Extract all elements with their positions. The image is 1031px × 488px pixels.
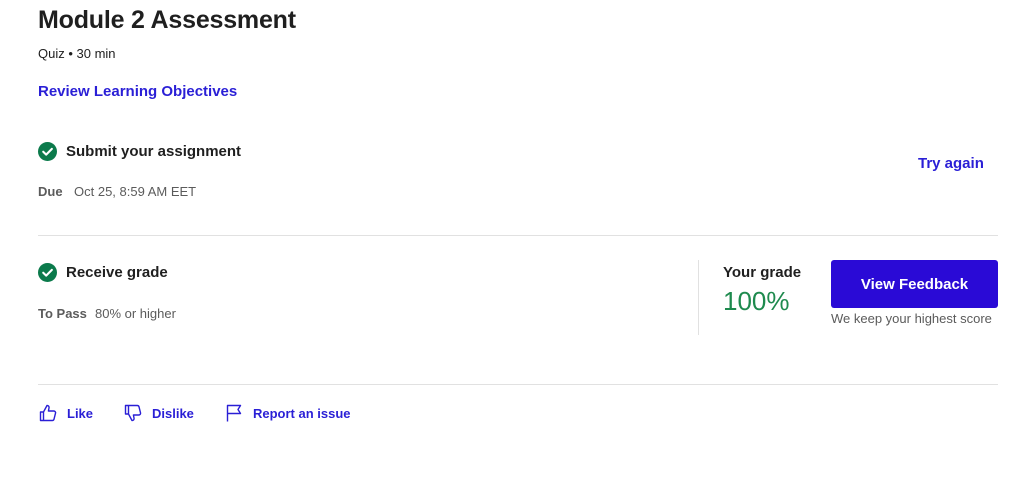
feedback-divider	[38, 384, 998, 385]
to-pass-label: To Pass	[38, 306, 87, 321]
section-divider	[38, 235, 998, 236]
flag-icon	[226, 404, 242, 422]
report-issue-button[interactable]: Report an issue	[224, 403, 351, 423]
grade-vertical-divider	[698, 260, 699, 335]
thumbs-down-icon	[124, 404, 142, 422]
review-learning-objectives-link[interactable]: Review Learning Objectives	[38, 83, 237, 100]
highest-score-note: We keep your highest score	[831, 311, 992, 326]
report-issue-label: Report an issue	[253, 405, 351, 421]
check-circle-icon	[38, 142, 57, 161]
like-button[interactable]: Like	[38, 403, 93, 423]
receive-grade-title: Receive grade	[66, 264, 168, 281]
dislike-button[interactable]: Dislike	[123, 403, 194, 423]
view-feedback-button[interactable]: View Feedback	[831, 260, 998, 308]
to-pass-value: 80% or higher	[95, 306, 176, 321]
quiz-meta: Quiz • 30 min	[38, 46, 116, 61]
due-label: Due	[38, 184, 63, 199]
page-title: Module 2 Assessment	[38, 6, 296, 34]
due-value: Oct 25, 8:59 AM EET	[74, 184, 197, 199]
thumbs-up-icon	[39, 404, 57, 422]
dislike-label: Dislike	[152, 405, 194, 421]
like-label: Like	[67, 405, 94, 421]
submit-assignment-title: Submit your assignment	[66, 143, 242, 160]
your-grade-label: Your grade	[723, 264, 802, 281]
try-again-link[interactable]: Try again	[918, 155, 984, 172]
check-circle-icon	[38, 263, 57, 282]
your-grade-value: 100%	[723, 286, 790, 316]
